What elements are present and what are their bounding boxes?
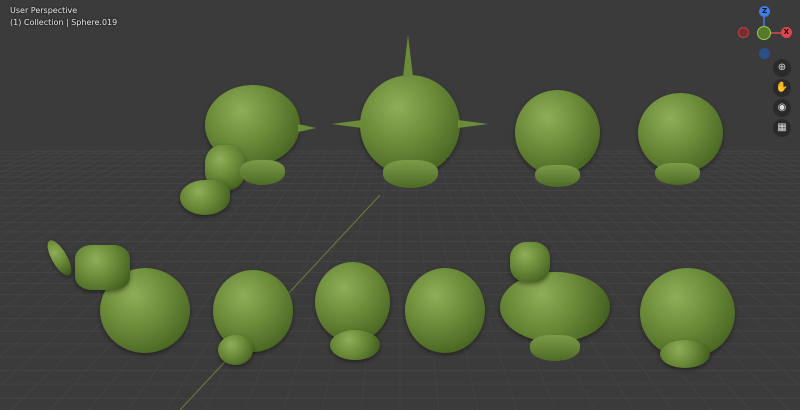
grid-line	[723, 149, 800, 178]
gizmo-neg-z-axis[interactable]	[759, 48, 770, 59]
camera-icon: ◉	[777, 102, 787, 113]
perspective-toggle-button[interactable]: ▦	[773, 119, 791, 137]
grid-perspective-icon: ▦	[777, 122, 787, 133]
grid-line	[0, 149, 41, 164]
zoom-button[interactable]: ⊕	[773, 59, 791, 77]
pan-button[interactable]: ✋	[773, 79, 791, 97]
grid-line	[759, 149, 800, 164]
collection-info: (1) Collection | Sphere.019	[10, 18, 118, 27]
gizmo-x-axis[interactable]: X	[781, 27, 792, 38]
gizmo-y-axis[interactable]	[757, 26, 771, 40]
viewport-overlay-text: User Perspective (1) Collection | Sphere…	[10, 5, 117, 29]
camera-view-button[interactable]: ◉	[773, 99, 791, 117]
grid-line	[0, 149, 77, 178]
gizmo-z-axis[interactable]: Z	[759, 6, 770, 17]
view-name: User Perspective	[10, 6, 78, 15]
hand-pan-icon: ✋	[775, 82, 789, 93]
gizmo-neg-x-axis[interactable]	[738, 27, 749, 38]
zoom-icon: ⊕	[777, 62, 787, 73]
grid-line	[747, 149, 800, 168]
grid-line	[0, 149, 53, 168]
